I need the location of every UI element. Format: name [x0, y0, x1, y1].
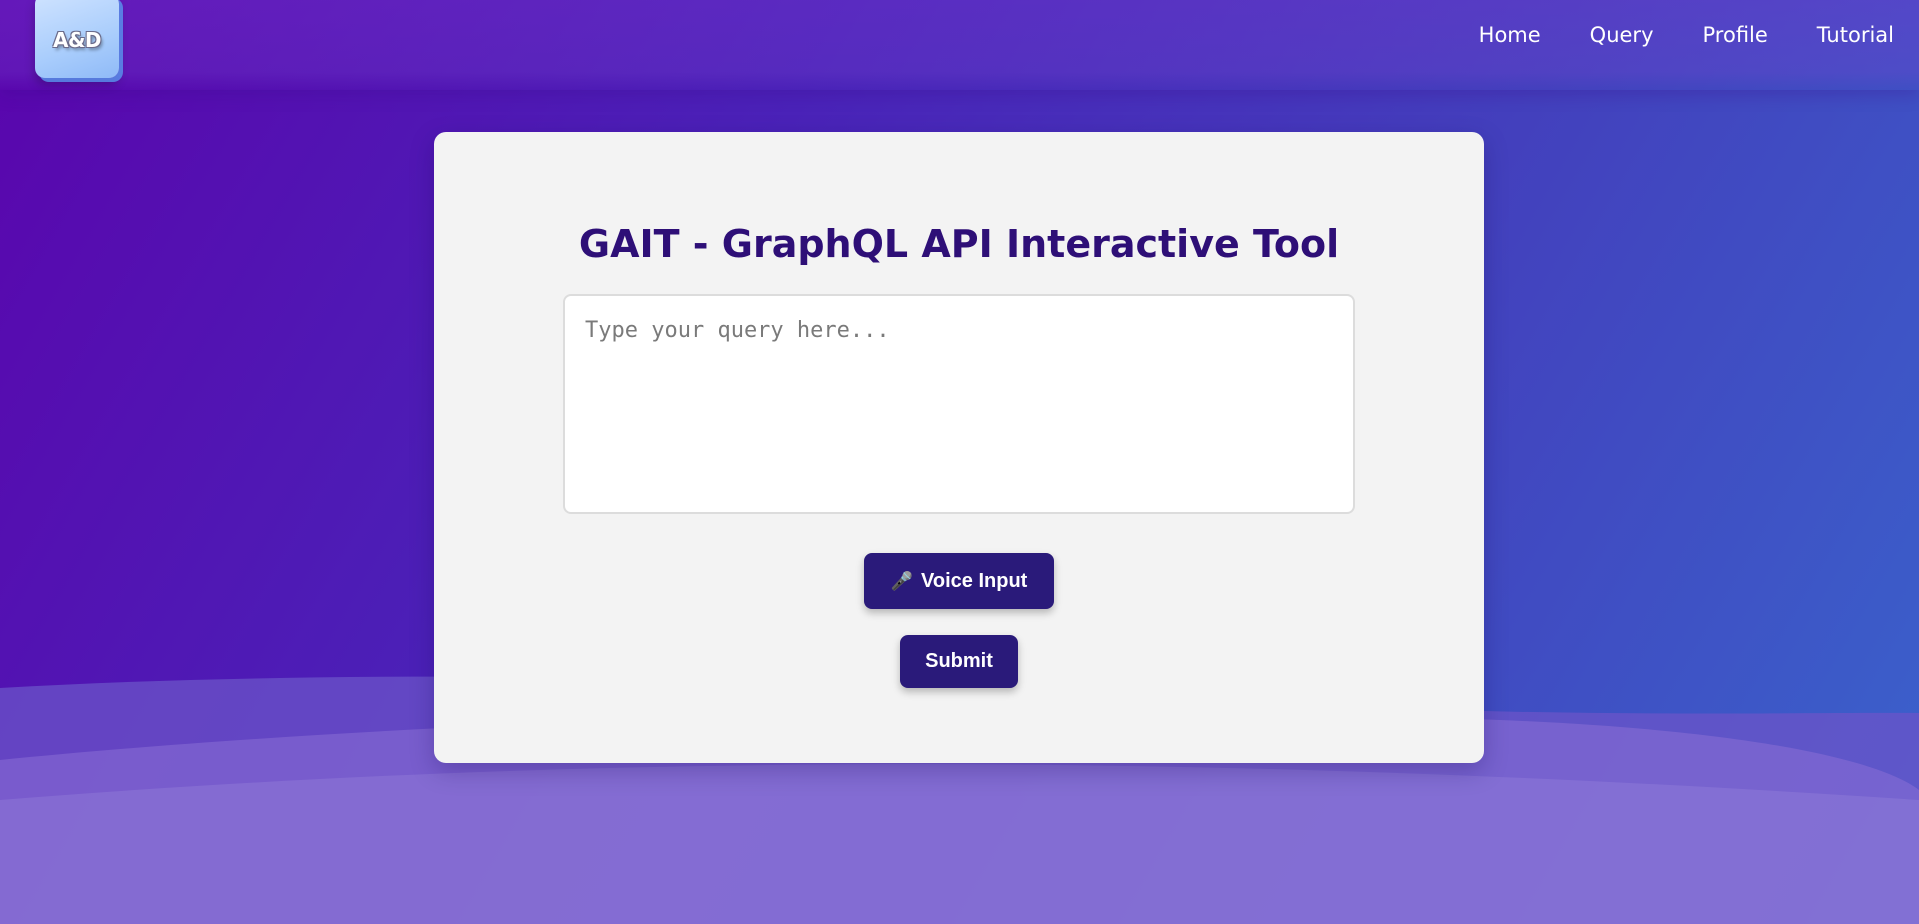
top-navigation-bar: A&D Home Query Profile Tutorial: [0, 0, 1919, 90]
page-title: GAIT - GraphQL API Interactive Tool: [578, 222, 1340, 266]
submit-button[interactable]: Submit: [900, 635, 1018, 688]
nav-profile[interactable]: Profile: [1703, 23, 1768, 47]
query-input[interactable]: [563, 294, 1355, 514]
app-logo[interactable]: A&D: [35, 0, 119, 78]
voice-input-label: Voice Input: [921, 569, 1028, 592]
logo-text: A&D: [52, 28, 102, 52]
query-card: GAIT - GraphQL API Interactive Tool 🎤 Vo…: [434, 132, 1484, 763]
nav-tutorial[interactable]: Tutorial: [1817, 23, 1894, 47]
nav-query[interactable]: Query: [1590, 23, 1654, 47]
main-nav: Home Query Profile Tutorial: [1479, 23, 1894, 47]
voice-input-button[interactable]: 🎤 Voice Input: [864, 553, 1054, 609]
nav-home[interactable]: Home: [1479, 23, 1541, 47]
microphone-icon: 🎤: [890, 570, 914, 591]
